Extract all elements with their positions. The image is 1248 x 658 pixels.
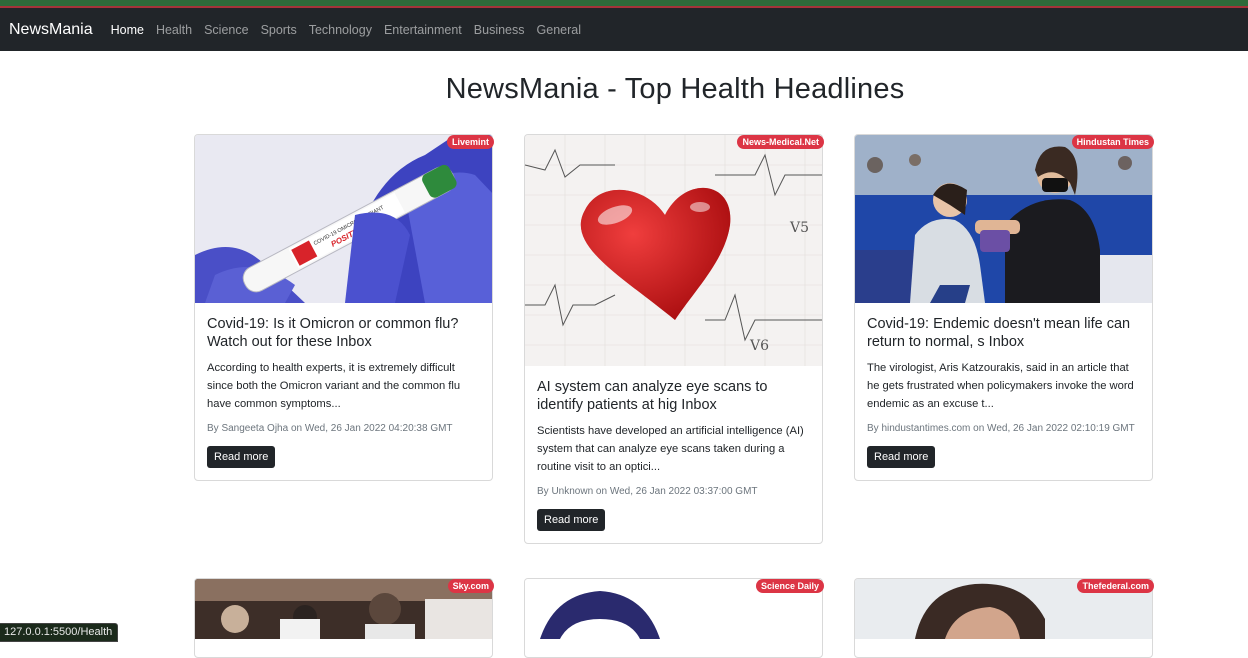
nav-link-technology[interactable]: Technology: [303, 23, 378, 37]
nav-link-sports[interactable]: Sports: [255, 23, 303, 37]
card-title: AI system can analyze eye scans to ident…: [537, 379, 768, 413]
brand-logo[interactable]: NewsMania: [9, 21, 93, 39]
nav-link-entertainment[interactable]: Entertainment: [378, 23, 468, 37]
nav-link-home[interactable]: Home: [105, 23, 150, 37]
card-body: Covid-19: Endemic doesn't mean life can …: [855, 303, 1152, 480]
nav-link-business[interactable]: Business: [468, 23, 531, 37]
card-byline: By Sangeeta Ojha on Wed, 26 Jan 2022 04:…: [207, 423, 453, 434]
status-bar-url: 127.0.0.1:5500/Health: [0, 623, 119, 642]
card-description: According to health experts, it is extre…: [207, 362, 461, 410]
image-ecg-label-v6: V6: [749, 338, 769, 354]
news-card: V5 V6 AI system can analyze eye scans to…: [524, 134, 823, 544]
news-card: Covid-19: Endemic doesn't mean life can …: [854, 134, 1153, 481]
page-title: NewsMania - Top Health Headlines: [445, 73, 905, 105]
nav-link-health[interactable]: Health: [150, 23, 198, 37]
news-image: COVID-19 OMICRON VARIANT POSITIVE: [195, 135, 492, 303]
navbar: NewsMania Home Health Science Sports Tec…: [0, 8, 1248, 51]
source-badge: Thefederal.com: [1077, 579, 1154, 593]
top-accent-strip: [0, 0, 1248, 8]
card-title: Covid-19: Is it Omicron or common flu? W…: [207, 316, 459, 350]
card-title: Covid-19: Endemic doesn't mean life can …: [867, 316, 1131, 350]
card-description: Scientists have developed an artificial …: [537, 425, 804, 473]
card-byline: By Unknown on Wed, 26 Jan 2022 03:37:00 …: [537, 486, 758, 497]
news-card: COVID-19 OMICRON VARIANT POSITIVE Covid-…: [194, 134, 493, 481]
image-ecg-label-v5: V5: [789, 220, 809, 236]
source-badge: Livemint: [446, 135, 494, 149]
source-badge: Hindustan Times: [1071, 135, 1154, 149]
source-badge: Science Daily: [755, 579, 824, 593]
card-byline: By hindustantimes.com on Wed, 26 Jan 202…: [867, 423, 1135, 434]
source-badge: Sky.com: [447, 579, 494, 593]
news-image: [855, 135, 1152, 303]
read-more-button[interactable]: Read more: [537, 509, 606, 531]
read-more-button[interactable]: Read more: [207, 446, 276, 468]
card-body: Covid-19: Is it Omicron or common flu? W…: [195, 303, 492, 480]
card-description: The virologist, Aris Katzourakis, said i…: [867, 362, 1134, 410]
source-badge: News-Medical.Net: [737, 135, 824, 149]
nav-link-general[interactable]: General: [531, 23, 587, 37]
news-image: V5 V6: [525, 135, 822, 366]
nav-link-science[interactable]: Science: [198, 23, 254, 37]
read-more-button[interactable]: Read more: [867, 446, 936, 468]
news-card: [194, 578, 493, 658]
nav-links: Home Health Science Sports Technology En…: [105, 23, 587, 37]
card-body: AI system can analyze eye scans to ident…: [525, 366, 822, 543]
